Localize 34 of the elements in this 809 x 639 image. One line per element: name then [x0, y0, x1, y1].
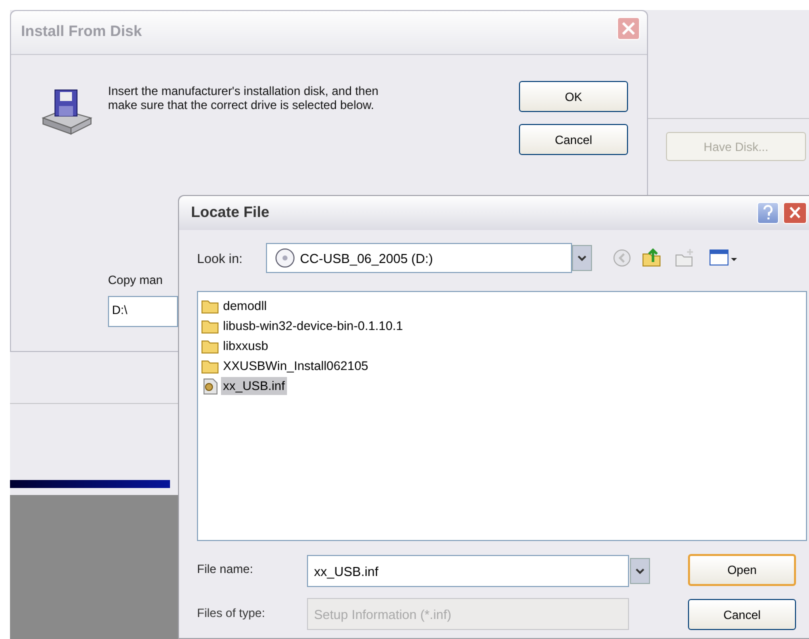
settings-file-icon	[201, 378, 219, 394]
window-title: Locate File	[191, 204, 270, 221]
new-folder-icon[interactable]	[674, 248, 696, 268]
file-item[interactable]: xx_USB.inf	[221, 377, 287, 395]
cancel-button[interactable]: Cancel	[688, 599, 796, 630]
folder-icon	[201, 318, 219, 334]
back-icon[interactable]	[612, 248, 632, 268]
drive-name: CC-USB_06_2005 (D:)	[300, 250, 433, 266]
folder-icon	[201, 338, 219, 354]
file-name-label: File name:	[197, 562, 254, 576]
view-menu-icon[interactable]	[709, 248, 737, 268]
instruction-text: Insert the manufacturer's installation disk, and then make sure that the correct drive is selected below.	[108, 84, 380, 112]
folder-item[interactable]: libxxusb	[221, 337, 270, 355]
window-title: Install From Disk	[21, 23, 142, 40]
disc-icon	[275, 248, 295, 268]
folder-icon	[201, 298, 219, 314]
field-label: Copy man	[108, 273, 163, 287]
up-folder-icon[interactable]	[641, 246, 663, 268]
look-in-label: Look in:	[197, 251, 243, 266]
folder-item[interactable]: demodll	[221, 297, 269, 315]
folder-item[interactable]: XXUSBWin_Install062105	[221, 357, 370, 375]
file-name-field[interactable]: xx_USB.inf	[307, 555, 629, 587]
file-type-label: Files of type:	[197, 606, 266, 620]
ok-button[interactable]: OK	[519, 81, 628, 112]
close-icon[interactable]	[783, 202, 807, 224]
look-in-dropdown[interactable]: CC-USB_06_2005 (D:)	[266, 243, 572, 273]
open-button[interactable]: Open	[688, 554, 796, 586]
folder-icon	[201, 358, 219, 374]
close-icon[interactable]	[617, 17, 640, 40]
cancel-button[interactable]: Cancel	[519, 124, 628, 155]
folder-item[interactable]: libusb-win32-device-bin-0.1.10.1	[221, 317, 405, 335]
help-icon[interactable]	[757, 202, 779, 224]
disk-drive-icon	[41, 88, 95, 136]
path-field[interactable]: D:\	[108, 296, 178, 327]
